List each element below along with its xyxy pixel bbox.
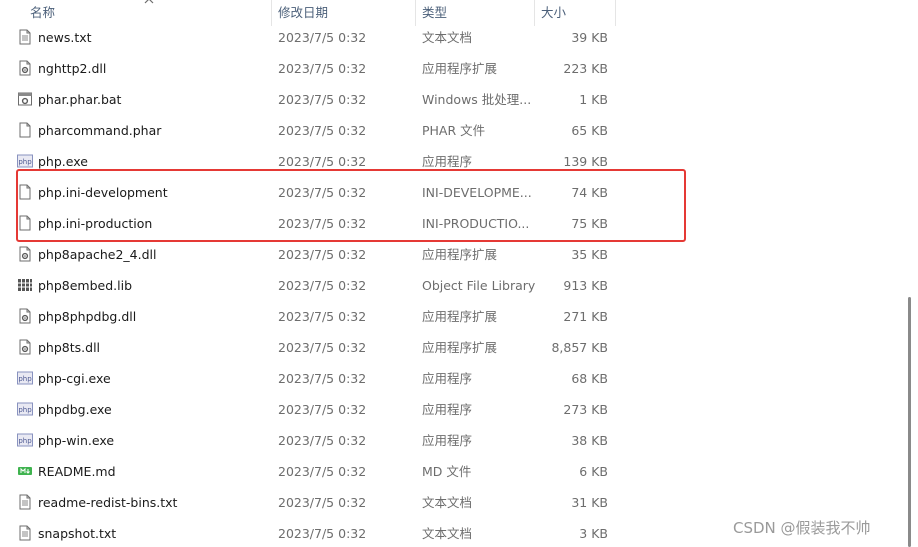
file-modified-date: 2023/7/5 0:32: [278, 464, 367, 479]
file-modified-date: 2023/7/5 0:32: [278, 61, 367, 76]
file-modified-date: 2023/7/5 0:32: [278, 92, 367, 107]
svg-text:php: php: [18, 437, 32, 445]
php-exe-icon: php: [17, 432, 33, 448]
file-size: 223 KB: [563, 61, 608, 76]
file-size: 1 KB: [579, 92, 608, 107]
php-exe-icon: php: [17, 370, 33, 386]
batch-file-icon: [17, 91, 33, 107]
file-row[interactable]: php php-win.exe 2023/7/5 0:32 应用程序 38 KB: [0, 425, 620, 456]
php-exe-icon: php: [17, 153, 33, 169]
file-name: php8ts.dll: [38, 340, 101, 355]
file-type: Windows 批处理...: [422, 92, 532, 107]
php-exe-icon: php: [17, 401, 33, 417]
file-row[interactable]: readme-redist-bins.txt 2023/7/5 0:32 文本文档 3…: [0, 487, 620, 518]
file-size: 3 KB: [579, 526, 608, 541]
file-modified-date: 2023/7/5 0:32: [278, 278, 367, 293]
file-size: 35 KB: [571, 247, 608, 262]
file-size: 65 KB: [571, 123, 608, 138]
file-modified-date: 2023/7/5 0:32: [278, 371, 367, 386]
file-type: 文本文档: [422, 495, 473, 510]
file-size: 273 KB: [563, 402, 608, 417]
file-modified-date: 2023/7/5 0:32: [278, 433, 367, 448]
file-name: pharcommand.phar: [38, 123, 162, 138]
text-file-icon: [17, 29, 33, 45]
file-row[interactable]: php8apache2_4.dll 2023/7/5 0:32 应用程序扩展 35 K…: [0, 239, 620, 270]
file-size: 271 KB: [563, 309, 608, 324]
file-size: 8,857 KB: [551, 340, 608, 355]
file-row[interactable]: README.md 2023/7/5 0:32 MD 文件 6 KB: [0, 456, 620, 487]
file-modified-date: 2023/7/5 0:32: [278, 495, 367, 510]
file-type: PHAR 文件: [422, 123, 486, 138]
file-size: 38 KB: [571, 433, 608, 448]
dll-file-icon: [17, 60, 33, 76]
file-name: nghttp2.dll: [38, 61, 107, 76]
file-type: 应用程序扩展: [422, 247, 498, 262]
file-row[interactable]: nghttp2.dll 2023/7/5 0:32 应用程序扩展 223 KB: [0, 53, 620, 84]
file-type: 文本文档: [422, 30, 473, 45]
file-row[interactable]: php8ts.dll 2023/7/5 0:32 应用程序扩展 8,857 KB: [0, 332, 620, 363]
file-name: php8phpdbg.dll: [38, 309, 137, 324]
file-type: 应用程序扩展: [422, 309, 498, 324]
text-file-icon: [17, 494, 33, 510]
file-name: phar.phar.bat: [38, 92, 122, 107]
file-modified-date: 2023/7/5 0:32: [278, 526, 367, 541]
file-row[interactable]: php php-cgi.exe 2023/7/5 0:32 应用程序 68 KB: [0, 363, 620, 394]
lib-file-icon: [17, 277, 33, 293]
file-row[interactable]: news.txt 2023/7/5 0:32 文本文档 39 KB: [0, 22, 620, 53]
file-modified-date: 2023/7/5 0:32: [278, 340, 367, 355]
text-file-icon: [17, 525, 33, 541]
svg-text:php: php: [18, 406, 32, 414]
file-type: 应用程序扩展: [422, 61, 498, 76]
scrollbar-thumb[interactable]: [908, 297, 911, 547]
file-name: snapshot.txt: [38, 526, 117, 541]
file-type: 文本文档: [422, 526, 473, 541]
file-type: 应用程序扩展: [422, 340, 498, 355]
file-name: README.md: [38, 464, 116, 479]
file-modified-date: 2023/7/5 0:32: [278, 247, 367, 262]
file-type: MD 文件: [422, 464, 472, 479]
file-row[interactable]: snapshot.txt 2023/7/5 0:32 文本文档 3 KB: [0, 518, 620, 547]
file-row[interactable]: phar.phar.bat 2023/7/5 0:32 Windows 批处理...…: [0, 84, 620, 115]
file-name: phpdbg.exe: [38, 402, 112, 417]
file-name: php-cgi.exe: [38, 371, 111, 386]
dll-file-icon: [17, 308, 33, 324]
highlight-box: [16, 169, 686, 242]
file-explorer-list: 名称 修改日期 类型 大小 news.txt 2023/7/5 0:32 文本文档 3…: [0, 0, 918, 547]
file-name: php-win.exe: [38, 433, 115, 448]
file-size: 6 KB: [579, 464, 608, 479]
blank-file-icon: [17, 122, 33, 138]
file-modified-date: 2023/7/5 0:32: [278, 30, 367, 45]
file-name: php8embed.lib: [38, 278, 133, 293]
watermark: CSDN @假装我不帅: [733, 519, 871, 537]
dll-file-icon: [17, 339, 33, 355]
file-size: 31 KB: [571, 495, 608, 510]
file-type: 应用程序: [422, 433, 473, 448]
file-size: 913 KB: [563, 278, 608, 293]
file-name: php8apache2_4.dll: [38, 247, 157, 262]
file-type: Object File Library: [422, 278, 536, 293]
file-row[interactable]: php8embed.lib 2023/7/5 0:32 Object File Li…: [0, 270, 620, 301]
svg-text:php: php: [18, 375, 32, 383]
file-modified-date: 2023/7/5 0:32: [278, 402, 367, 417]
file-row[interactable]: php8phpdbg.dll 2023/7/5 0:32 应用程序扩展 271 KB: [0, 301, 620, 332]
file-size: 68 KB: [571, 371, 608, 386]
file-size: 39 KB: [571, 30, 608, 45]
dll-file-icon: [17, 246, 33, 262]
file-modified-date: 2023/7/5 0:32: [278, 309, 367, 324]
file-type: 应用程序: [422, 402, 473, 417]
file-type: 应用程序: [422, 371, 473, 386]
markdown-file-icon: [17, 463, 33, 479]
file-row[interactable]: pharcommand.phar 2023/7/5 0:32 PHAR 文件 65 K…: [0, 115, 620, 146]
file-name: news.txt: [38, 30, 92, 45]
file-row[interactable]: php phpdbg.exe 2023/7/5 0:32 应用程序 273 KB: [0, 394, 620, 425]
vertical-scrollbar[interactable]: [904, 0, 918, 547]
file-modified-date: 2023/7/5 0:32: [278, 123, 367, 138]
svg-text:php: php: [18, 158, 32, 166]
file-name: readme-redist-bins.txt: [38, 495, 178, 510]
